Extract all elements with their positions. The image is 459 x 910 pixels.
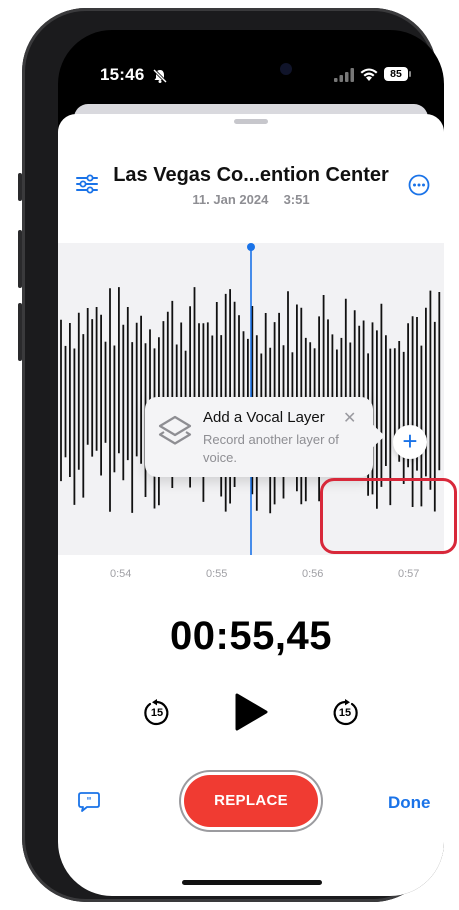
timeline-ruler: 0:54 0:55 0:56 0:57	[58, 554, 444, 594]
tick-label: 0:56	[302, 568, 324, 580]
replace-button[interactable]: REPLACE	[184, 775, 318, 827]
wifi-icon	[360, 68, 378, 81]
volume-up-button	[18, 230, 22, 288]
play-icon[interactable]	[233, 692, 269, 732]
tick-label: 0:57	[398, 568, 420, 580]
volume-down-button	[18, 303, 22, 361]
elapsed-time: 00:55,45	[170, 614, 332, 658]
recording-meta: 11. Jan 2024 3:51	[58, 192, 444, 207]
home-indicator[interactable]	[182, 880, 322, 885]
sheet-grabber[interactable]	[234, 119, 268, 124]
layers-icon	[158, 415, 192, 445]
vocal-layer-popover: Add a Vocal Layer Record another layer o…	[145, 397, 373, 477]
svg-text:": "	[86, 796, 91, 807]
skip-back-seconds: 15	[150, 707, 164, 719]
tick-label: 0:54	[110, 568, 132, 580]
skip-forward-seconds: 15	[338, 707, 352, 719]
silent-bell-icon	[152, 68, 168, 84]
popover-title: Add a Vocal Layer	[203, 409, 325, 426]
done-button[interactable]: Done	[388, 793, 431, 813]
mute-switch	[18, 173, 22, 201]
battery-cap	[409, 71, 411, 77]
camera-icon	[280, 63, 292, 75]
popover-subtitle: Record another layer of voice.	[203, 432, 339, 465]
battery-level: 85	[390, 68, 402, 80]
skip-back-15-button[interactable]: 15	[142, 699, 172, 729]
status-time: 15:46	[100, 65, 145, 84]
playhead-handle[interactable]	[247, 243, 255, 251]
cellular-icon	[334, 68, 354, 82]
close-icon[interactable]: ✕	[343, 408, 356, 428]
recording-title[interactable]: Las Vegas Co...ention Center	[58, 164, 444, 187]
popover-arrow	[373, 425, 385, 447]
tick-label: 0:55	[206, 568, 228, 580]
screen: 15:46 85 Las Vegas Co...ention Center 11…	[58, 30, 444, 896]
recording-date: 11. Jan 2024	[192, 192, 269, 207]
annotation-highlight	[320, 478, 457, 554]
transcript-icon[interactable]: "	[78, 792, 100, 812]
recording-duration: 3:51	[283, 192, 310, 207]
battery-icon: 85	[384, 67, 408, 81]
more-icon[interactable]	[408, 174, 430, 196]
skip-forward-15-button[interactable]: 15	[330, 699, 360, 729]
plus-icon[interactable]: +	[393, 425, 427, 459]
dynamic-island	[196, 52, 306, 86]
status-bar: 15:46 85	[58, 30, 444, 100]
phone-frame: 15:46 85 Las Vegas Co...ention Center 11…	[18, 8, 444, 902]
